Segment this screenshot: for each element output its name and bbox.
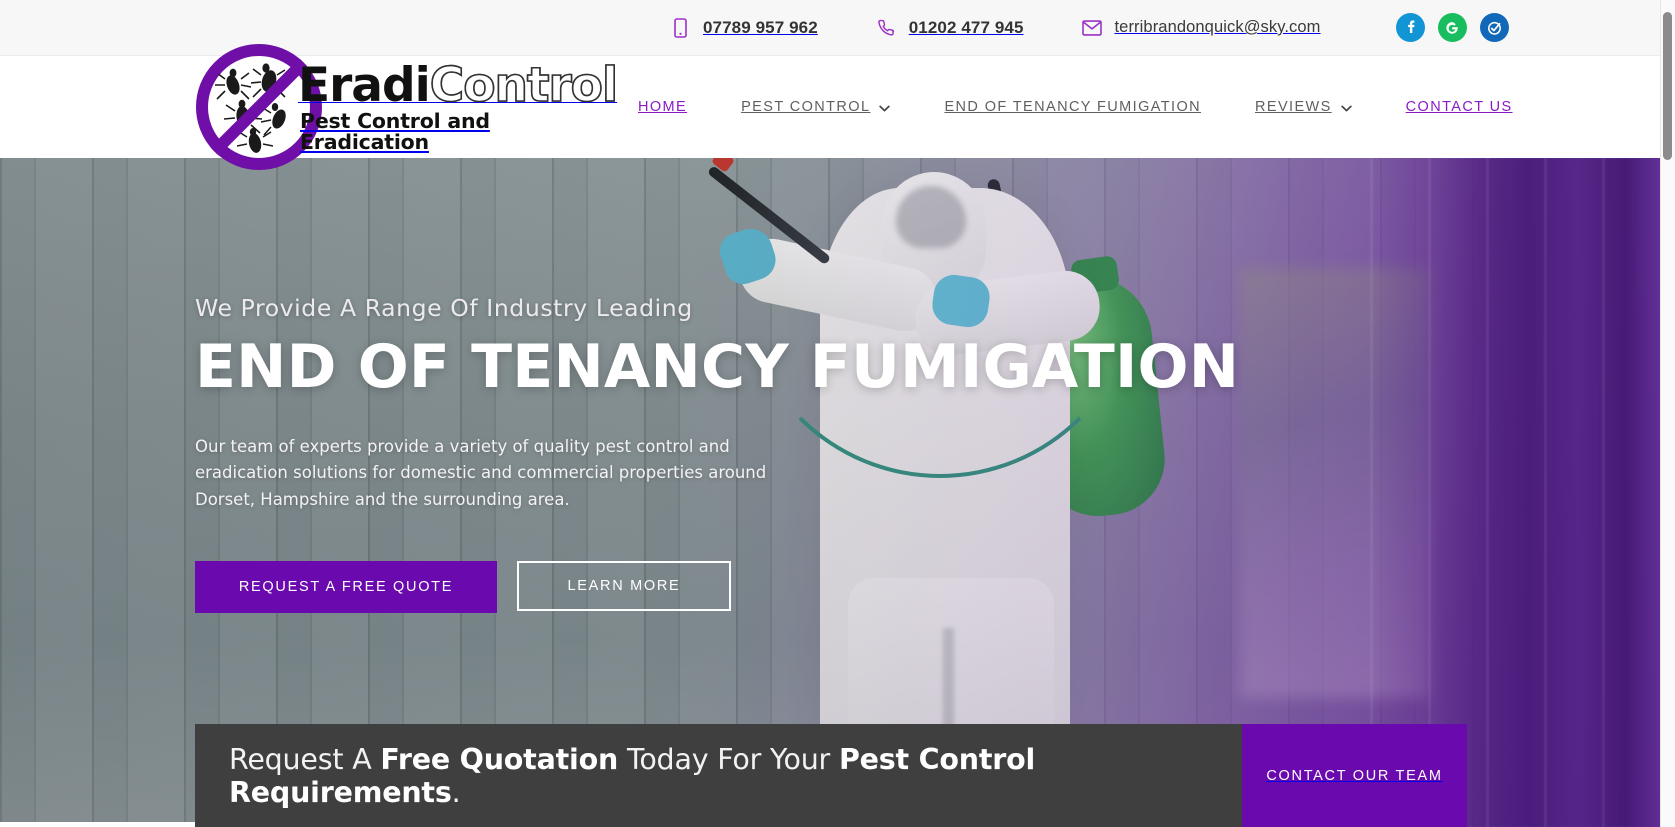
cta-part-2: Free Quotation: [380, 742, 619, 776]
site-header: EradiControl Pest Control and Eradicatio…: [0, 44, 1660, 170]
social-links: [1395, 13, 1509, 42]
chevron-down-icon: [1340, 105, 1352, 112]
contact-landline-phone[interactable]: 01202 477 945: [876, 18, 1024, 38]
nav-item-home-label: HOME: [638, 99, 688, 115]
contact-landline-phone-label: 01202 477 945: [908, 17, 1024, 37]
facebook-icon[interactable]: [1395, 13, 1425, 42]
cta-strip: Request A Free Quotation Today For Your …: [195, 724, 1467, 827]
nav-item-pest-control-label: PEST CONTROL: [741, 99, 871, 115]
nav-item-contact-us[interactable]: CONTACT US: [1406, 99, 1513, 115]
main-navigation: HOME PEST CONTROL END OF TENANCY FUMIGAT…: [638, 56, 1513, 158]
website-viewport: 07789 957 962 01202 477 945 terribrandon…: [0, 0, 1660, 827]
cta-message-bar: Request A Free Quotation Today For Your …: [195, 724, 1242, 827]
contact-mobile-phone[interactable]: 07789 957 962: [670, 18, 818, 38]
learn-more-button[interactable]: LEARN MORE: [517, 560, 731, 611]
hero-section: We Provide A Range Of Industry Leading E…: [0, 158, 1660, 827]
contact-mobile-phone-label: 07789 957 962: [703, 17, 818, 37]
mobile-phone-icon: [670, 17, 690, 38]
page-title: END OF TENANCY FUMIGATION: [195, 332, 1240, 402]
nav-item-reviews[interactable]: REVIEWS: [1255, 99, 1352, 115]
contact-email-label: terribrandonquick@sky.com: [1114, 18, 1321, 36]
topbar-contact-group: 07789 957 962 01202 477 945 terribrandon…: [670, 13, 1509, 42]
cta-part-5: .: [451, 775, 461, 809]
nav-item-end-of-tenancy-fumigation[interactable]: END OF TENANCY FUMIGATION: [944, 99, 1201, 115]
nav-item-end-of-tenancy-fumigation-label: END OF TENANCY FUMIGATION: [944, 99, 1201, 115]
logo-tagline: Pest Control and Eradication: [300, 109, 490, 154]
hero-paragraph: Our team of experts provide a variety of…: [195, 436, 767, 510]
request-free-quote-button[interactable]: REQUEST A FREE QUOTE: [195, 560, 497, 613]
cta-part-1: Request A: [229, 742, 381, 776]
hero-kicker: We Provide A Range Of Industry Leading: [195, 294, 693, 322]
logo-wordmark: EradiControl Pest Control and Eradicatio…: [298, 61, 619, 154]
checkatrade-icon[interactable]: [1479, 13, 1509, 42]
cta-message: Request A Free Quotation Today For Your …: [229, 743, 1242, 809]
hero-button-group: REQUEST A FREE QUOTE LEARN MORE: [195, 560, 1015, 613]
chevron-down-icon: [879, 105, 891, 112]
page-bottom-gap: [0, 822, 195, 827]
logo-word-first: Eradi: [298, 58, 431, 113]
telephone-icon: [876, 18, 896, 38]
nav-item-reviews-label: REVIEWS: [1255, 99, 1332, 115]
vertical-scrollbar-thumb[interactable]: [1663, 12, 1672, 160]
envelope-icon: [1081, 18, 1102, 38]
contact-email[interactable]: terribrandonquick@sky.com: [1081, 18, 1321, 38]
browser-page: 07789 957 962 01202 477 945 terribrandon…: [0, 0, 1675, 827]
contact-our-team-label: CONTACT OUR TEAM: [1266, 767, 1443, 784]
nav-item-contact-us-label: CONTACT US: [1405, 99, 1513, 115]
cta-part-3: Today For Your: [618, 742, 839, 776]
nav-item-home[interactable]: HOME: [638, 99, 687, 115]
logo-word-second: Control: [429, 58, 619, 113]
nav-item-pest-control[interactable]: PEST CONTROL: [741, 99, 891, 115]
google-icon[interactable]: [1437, 13, 1467, 42]
contact-our-team-button[interactable]: CONTACT OUR TEAM: [1242, 724, 1467, 827]
site-logo[interactable]: EradiControl Pest Control and Eradicatio…: [196, 41, 619, 173]
